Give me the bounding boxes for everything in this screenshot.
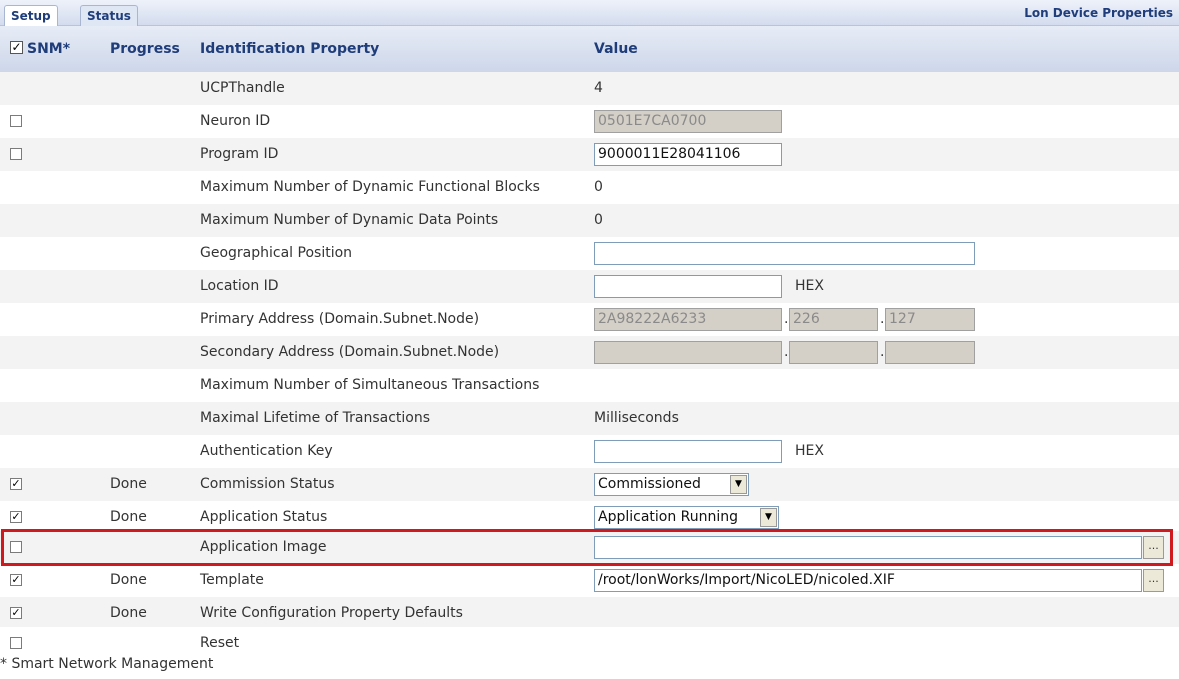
table-row: Secondary Address (Domain.Subnet.Node) .…: [0, 336, 1179, 369]
property-label: Neuron ID: [200, 113, 271, 129]
ucpthandle-value: 4: [594, 80, 603, 96]
header-snm: SNM*: [27, 41, 71, 57]
lifetime-unit: Milliseconds: [594, 410, 679, 426]
snm-checkbox[interactable]: [10, 148, 22, 160]
location-id-input[interactable]: [594, 275, 782, 298]
neuron-id-input[interactable]: 0501E7CA0700: [594, 110, 782, 133]
property-label: Geographical Position: [200, 245, 353, 261]
tab-setup[interactable]: Setup: [4, 5, 58, 27]
table-row: ✓ Done Write Configuration Property Defa…: [0, 597, 1179, 630]
property-label: UCPThandle: [200, 80, 285, 96]
authentication-key-input[interactable]: [594, 440, 782, 463]
property-label: Location ID: [200, 278, 279, 294]
property-label: Program ID: [200, 146, 279, 162]
property-label: Maximal Lifetime of Transactions: [200, 410, 431, 426]
application-image-input[interactable]: [594, 536, 1142, 559]
template-input[interactable]: /root/lonWorks/Import/NicoLED/nicoled.XI…: [594, 569, 1142, 592]
tab-bar: Setup Status Lon Device Properties: [0, 0, 1179, 27]
footnote: * Smart Network Management: [0, 656, 214, 672]
max-dynamic-fb-value: 0: [594, 179, 603, 195]
property-label: Maximum Number of Dynamic Functional Blo…: [200, 179, 540, 195]
page-title: Lon Device Properties: [1024, 6, 1173, 20]
address-separator: .: [784, 344, 789, 360]
table-row: Primary Address (Domain.Subnet.Node) 2A9…: [0, 303, 1179, 336]
table-row: Geographical Position: [0, 237, 1179, 270]
table-row: ✓ Done Template /root/lonWorks/Import/Ni…: [0, 564, 1179, 597]
table-row: ✓ Done Commission Status Commissioned ▼: [0, 468, 1179, 501]
table-row: ✓ Done Application Status Application Ru…: [0, 501, 1179, 534]
property-label: Primary Address (Domain.Subnet.Node): [200, 311, 480, 327]
snm-select-all-checkbox[interactable]: ✓: [10, 41, 23, 54]
header-value: Value: [594, 41, 638, 57]
snm-checkbox[interactable]: ✓: [10, 511, 22, 523]
table-row: Authentication Key HEX: [0, 435, 1179, 468]
header-progress: Progress: [110, 41, 180, 57]
table-row: Maximum Number of Dynamic Data Points 0: [0, 204, 1179, 237]
table-row: UCPThandle 4: [0, 72, 1179, 105]
secondary-subnet-input[interactable]: [789, 341, 878, 364]
secondary-node-input[interactable]: [885, 341, 975, 364]
property-label: Application Status: [200, 509, 328, 525]
property-label: Template: [200, 572, 264, 588]
header-identification-property: Identification Property: [200, 41, 380, 57]
chevron-down-icon[interactable]: ▼: [760, 508, 777, 527]
browse-button[interactable]: ...: [1143, 569, 1164, 592]
location-id-unit: HEX: [795, 278, 824, 294]
program-id-input[interactable]: 9000011E28041106: [594, 143, 782, 166]
property-label: Authentication Key: [200, 443, 333, 459]
table-header: ✓ SNM* Progress Identification Property …: [0, 26, 1179, 72]
primary-subnet-input[interactable]: 226: [789, 308, 878, 331]
primary-domain-input[interactable]: 2A98222A6233: [594, 308, 782, 331]
address-separator: .: [784, 311, 789, 327]
address-separator: .: [880, 344, 885, 360]
table-row: Maximum Number of Simultaneous Transacti…: [0, 369, 1179, 402]
property-label: Maximum Number of Simultaneous Transacti…: [200, 377, 540, 393]
property-label: Maximum Number of Dynamic Data Points: [200, 212, 499, 228]
table-row: Location ID HEX: [0, 270, 1179, 303]
snm-checkbox[interactable]: ✓: [10, 607, 22, 619]
geographical-position-input[interactable]: [594, 242, 975, 265]
chevron-down-icon[interactable]: ▼: [730, 475, 747, 494]
commission-status-select[interactable]: Commissioned ▼: [594, 473, 749, 496]
application-status-selected: Application Running: [598, 509, 739, 525]
commission-status-selected: Commissioned: [598, 476, 701, 492]
snm-checkbox[interactable]: ✓: [10, 478, 22, 490]
primary-node-input[interactable]: 127: [885, 308, 975, 331]
address-separator: .: [880, 311, 885, 327]
progress-status: Done: [110, 476, 147, 492]
max-dynamic-dp-value: 0: [594, 212, 603, 228]
snm-checkbox[interactable]: ✓: [10, 574, 22, 586]
snm-checkbox[interactable]: [10, 115, 22, 127]
browse-button[interactable]: ...: [1143, 536, 1164, 559]
progress-status: Done: [110, 509, 147, 525]
table-row: Application Image ...: [0, 531, 1179, 564]
property-label: Write Configuration Property Defaults: [200, 605, 463, 621]
property-label: Secondary Address (Domain.Subnet.Node): [200, 344, 500, 360]
authentication-key-unit: HEX: [795, 443, 824, 459]
table-row: Neuron ID 0501E7CA0700: [0, 105, 1179, 138]
tab-status[interactable]: Status: [80, 5, 138, 26]
secondary-domain-input[interactable]: [594, 341, 782, 364]
table-row: Maximal Lifetime of Transactions Millise…: [0, 402, 1179, 435]
table-row: Program ID 9000011E28041106: [0, 138, 1179, 171]
progress-status: Done: [110, 605, 147, 621]
progress-status: Done: [110, 572, 147, 588]
property-label: Commission Status: [200, 476, 335, 492]
table-row: Maximum Number of Dynamic Functional Blo…: [0, 171, 1179, 204]
application-status-select[interactable]: Application Running ▼: [594, 506, 779, 529]
snm-checkbox[interactable]: [10, 541, 22, 553]
snm-checkbox[interactable]: [10, 637, 22, 649]
property-label: Application Image: [200, 539, 327, 555]
